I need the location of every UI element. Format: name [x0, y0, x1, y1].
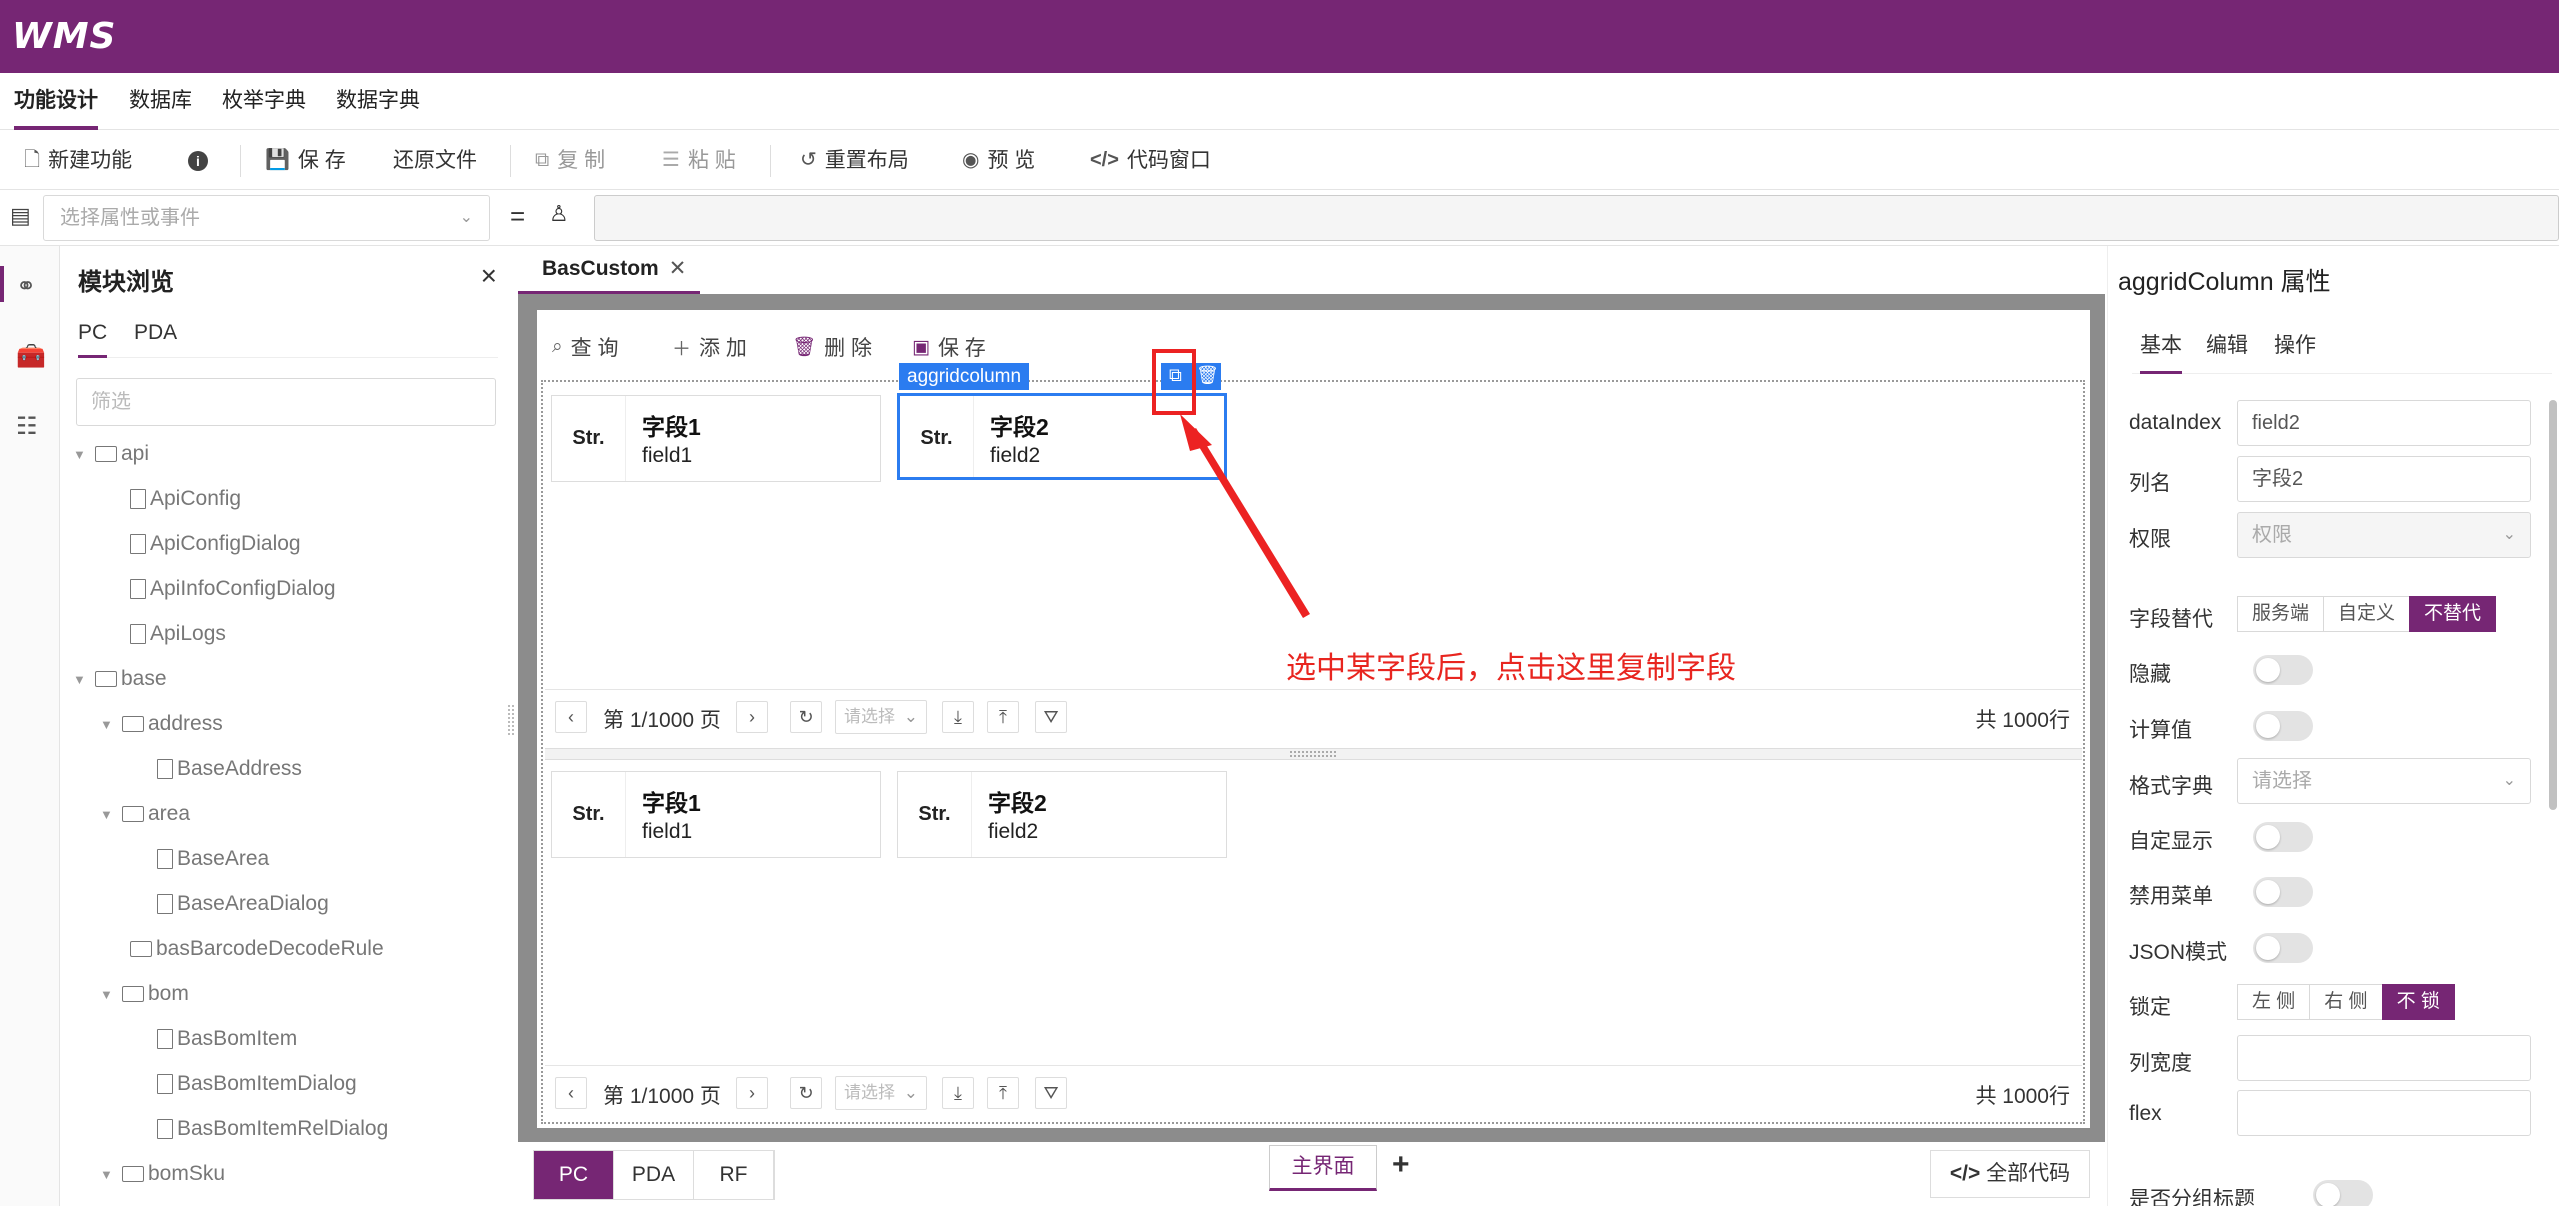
dataindex-input[interactable]: field2	[2237, 400, 2531, 446]
chevron-down-icon: ⌄	[903, 1083, 918, 1102]
chevron-down-icon: ⌄	[903, 707, 918, 726]
substitute-segmented: 服务端 自定义 不替代	[2237, 596, 2497, 632]
tab-main-view[interactable]: 主界面	[1269, 1145, 1377, 1191]
json-mode-toggle[interactable]	[2253, 933, 2313, 963]
column-type: Str.	[898, 772, 972, 857]
tab-pda[interactable]: PDA	[614, 1151, 694, 1199]
code-icon: </>	[1949, 1162, 1987, 1185]
tab-actions[interactable]: 操作	[2274, 330, 2316, 374]
prop-label: 锁定	[2129, 996, 2171, 1019]
grid-splitter[interactable]	[545, 748, 2082, 760]
prop-label: 权限	[2129, 528, 2171, 551]
chevron-down-icon: ⌄	[2502, 772, 2516, 789]
lock-left[interactable]: 左 侧	[2237, 984, 2311, 1020]
prop-label: 字段替代	[2129, 608, 2213, 631]
permission-select[interactable]: 权限 ⌄	[2237, 512, 2531, 558]
refresh-icon[interactable]: ↻	[790, 1077, 822, 1109]
filter-icon[interactable]: ⛛	[1035, 1077, 1067, 1109]
prop-label: 列名	[2129, 472, 2171, 495]
prop-label: 自定显示	[2129, 830, 2213, 853]
page-size-select[interactable]: 请选择 ⌄	[835, 1076, 927, 1110]
column-field: field2	[988, 820, 1039, 843]
all-code-button[interactable]: </> 全部代码	[1930, 1150, 2090, 1198]
column-name: 字段1	[642, 790, 701, 816]
prop-label: dataIndex	[2129, 411, 2222, 434]
column-name: 字段2	[988, 790, 1047, 816]
properties-scrollbar[interactable]	[2549, 400, 2557, 810]
prop-label: flex	[2129, 1102, 2162, 1125]
pagination-bar: ‹ 第 1/1000 页 › ↻ 请选择 ⌄ ⤓ ⤒ ⛛ 共 1000行	[545, 1065, 2082, 1120]
column-name-input[interactable]: 字段2	[2237, 456, 2531, 502]
group-title-toggle[interactable]	[2313, 1180, 2373, 1206]
properties-tabs: 基本 编辑 操作	[2132, 330, 2552, 374]
page-indicator: 第 1/1000 页	[603, 1085, 721, 1108]
properties-title: aggridColumn 属性	[2118, 268, 2331, 296]
drag-grip	[1290, 751, 1336, 757]
substitute-server[interactable]: 服务端	[2237, 596, 2325, 632]
column-width-input[interactable]	[2237, 1035, 2531, 1081]
download-icon[interactable]: ⤓	[942, 1077, 974, 1109]
chevron-down-icon: ⌄	[2502, 526, 2516, 543]
tab-basic[interactable]: 基本	[2140, 330, 2182, 374]
tab-edit[interactable]: 编辑	[2206, 330, 2248, 374]
next-page-icon[interactable]: ›	[736, 701, 768, 733]
substitute-none[interactable]: 不替代	[2409, 596, 2497, 632]
prev-page-icon[interactable]: ‹	[555, 701, 587, 733]
add-view-button[interactable]: +	[1392, 1148, 1410, 1182]
prop-label: 禁用菜单	[2129, 885, 2213, 908]
custom-display-toggle[interactable]	[2253, 822, 2313, 852]
column-field: field1	[642, 820, 693, 843]
prop-label: 隐藏	[2129, 663, 2171, 686]
prop-label: 计算值	[2129, 719, 2192, 742]
format-dict-select[interactable]: 请选择 ⌄	[2237, 758, 2531, 804]
page-size-select[interactable]: 请选择 ⌄	[835, 700, 927, 734]
refresh-icon[interactable]: ↻	[790, 701, 822, 733]
lock-segmented: 左 侧 右 侧 不 锁	[2237, 984, 2455, 1020]
grid-column-card[interactable]: Str. 字段1 field1	[551, 771, 881, 858]
prop-label: 列宽度	[2129, 1052, 2192, 1075]
total-count: 共 1000行	[1975, 709, 2070, 732]
total-count: 共 1000行	[1975, 1085, 2070, 1108]
grid-column-card[interactable]: Str. 字段2 field2	[897, 771, 1227, 858]
next-page-icon[interactable]: ›	[736, 1077, 768, 1109]
disable-menu-toggle[interactable]	[2253, 877, 2313, 907]
download-icon[interactable]: ⤓	[942, 701, 974, 733]
platform-tabs: PC PDA RF	[533, 1150, 775, 1200]
upload-icon[interactable]: ⤒	[987, 1077, 1019, 1109]
prev-page-icon[interactable]: ‹	[555, 1077, 587, 1109]
prop-label: 是否分组标题	[2129, 1188, 2255, 1206]
flex-input[interactable]	[2237, 1090, 2531, 1136]
annotation-text: 选中某字段后，点击这里复制字段	[1286, 651, 1736, 686]
tab-rf[interactable]: RF	[694, 1151, 774, 1199]
filter-icon[interactable]: ⛛	[1035, 701, 1067, 733]
page-indicator: 第 1/1000 页	[603, 709, 721, 732]
prop-label: 格式字典	[2129, 775, 2213, 798]
calc-toggle[interactable]	[2253, 711, 2313, 741]
lock-right[interactable]: 右 侧	[2309, 984, 2383, 1020]
pagination-bar: ‹ 第 1/1000 页 › ↻ 请选择 ⌄ ⤓ ⤒ ⛛ 共 1000行	[545, 689, 2082, 744]
prop-label: JSON模式	[2129, 941, 2228, 964]
lock-none[interactable]: 不 锁	[2381, 984, 2455, 1020]
substitute-custom[interactable]: 自定义	[2323, 596, 2411, 632]
column-type: Str.	[552, 772, 626, 857]
hidden-toggle[interactable]	[2253, 655, 2313, 685]
upload-icon[interactable]: ⤒	[987, 701, 1019, 733]
tab-pc[interactable]: PC	[534, 1151, 614, 1199]
